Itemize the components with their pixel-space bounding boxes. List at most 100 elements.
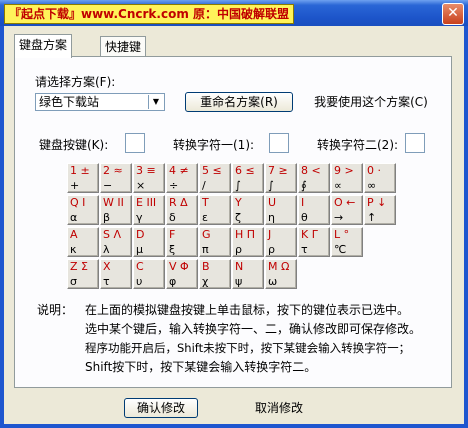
keyboard-key[interactable]: Dμ: [133, 227, 165, 257]
key-label-top: N: [235, 260, 244, 273]
keyboard-key[interactable]: Fξ: [166, 227, 198, 257]
keyboard-key[interactable]: 6 ≤ ∫: [232, 163, 264, 193]
keyboard-key[interactable]: 5 ≤ /: [199, 163, 231, 193]
key-label-bottom: δ: [169, 211, 176, 224]
keyboard-key[interactable]: Tε: [199, 195, 231, 225]
keyboard-key[interactable]: Jρ: [265, 227, 297, 257]
rename-scheme-button[interactable]: 重命名方案(R): [185, 92, 293, 112]
keyboard-key[interactable]: 3 ≡ ×: [133, 163, 165, 193]
key-label-bottom: ρ: [268, 243, 275, 256]
char1-field-label: 转换字符一(1):: [173, 138, 255, 152]
keyboard-key[interactable]: K Γ τ: [298, 227, 330, 257]
key-label-bottom: ζ: [235, 211, 241, 224]
scheme-selected-value: 绿色下载站: [39, 95, 100, 109]
keyboard-key[interactable]: Yζ: [232, 195, 264, 225]
key-label-bottom: α: [70, 211, 78, 224]
note-line: 选中某个键后，输入转换字符一、二，确认修改即可保存修改。: [85, 322, 422, 336]
use-scheme-button[interactable]: 我要使用这个方案(C): [311, 92, 431, 112]
keyboard-key[interactable]: 4 ≠ ÷: [166, 163, 198, 193]
title-bar[interactable]: 『起点下载』www.Cncrk.com 原：中国破解联盟 ✕: [0, 0, 468, 26]
keyboard-key[interactable]: L ° ℃: [331, 227, 363, 257]
key-label-top: X: [103, 260, 111, 273]
key-label-top: 1 ±: [70, 164, 90, 177]
keyboard-key[interactable]: Q I α: [67, 195, 99, 225]
window-frame-right: [464, 26, 468, 428]
key-label-top: D: [136, 228, 145, 241]
key-label-top: O ←: [334, 196, 356, 209]
key-label-bottom: ∫: [268, 179, 274, 192]
keyboard-key[interactable]: Aκ: [67, 227, 99, 257]
char1-field[interactable]: [269, 133, 289, 153]
key-label-top: Q I: [70, 196, 86, 209]
scheme-select-label: 请选择方案(F):: [35, 75, 116, 89]
keyboard-key[interactable]: Gπ: [199, 227, 231, 257]
key-label-bottom: κ: [70, 243, 77, 256]
key-label-bottom: →: [334, 211, 344, 224]
key-label-top: S Λ: [103, 228, 122, 241]
key-label-bottom: −: [103, 179, 113, 192]
key-label-bottom: γ: [136, 211, 143, 224]
char2-field-label: 转换字符二(2):: [317, 138, 399, 152]
key-label-top: I: [301, 196, 305, 209]
dialog-window: 『起点下载』www.Cncrk.com 原：中国破解联盟 ✕ 键盘方案 快捷键 …: [0, 0, 468, 428]
note-line: 在上面的模拟键盘按键上单击鼠标，按下的键位表示已选中。: [85, 303, 410, 317]
key-label-top: T: [202, 196, 209, 209]
key-label-top: Z Σ: [70, 260, 88, 273]
key-label-top: 9 >: [334, 164, 354, 177]
keyboard-key[interactable]: 9 > ∝: [331, 163, 363, 193]
keyboard-key[interactable]: Z Σ σ: [67, 259, 99, 289]
note-line: 程序功能开启后，Shift未按下时，按下某键会输入转换字符一；: [85, 341, 411, 355]
key-label-top: 8 <: [301, 164, 321, 177]
key-label-bottom: ÷: [169, 179, 179, 192]
key-field[interactable]: [125, 133, 145, 153]
key-label-top: Y: [235, 196, 242, 209]
keyboard-key[interactable]: 8 < ∮: [298, 163, 330, 193]
close-button[interactable]: ✕: [442, 3, 464, 25]
keyboard-key[interactable]: S Λ λ: [100, 227, 132, 257]
key-label-bottom: μ: [136, 243, 143, 256]
window-frame-bottom: [0, 424, 468, 428]
key-label-bottom: ρ: [235, 243, 242, 256]
key-label-top: U: [268, 196, 277, 209]
virtual-keyboard: 1 ± +2 ≈ − 3 ≡ × 4 ≠ ÷ 5 ≤ / 6 ≤ ∫ 7 ≥ ∫ 8 < ∮ 9 > ∝ 0 · ∞…: [67, 163, 397, 293]
key-label-bottom: ψ: [235, 275, 243, 288]
window-frame-left: [0, 26, 4, 428]
keyboard-key[interactable]: Cυ: [133, 259, 165, 289]
key-label-top: F: [169, 228, 176, 241]
key-label-top: L °: [334, 228, 350, 241]
keyboard-key[interactable]: H Π ρ: [232, 227, 264, 257]
tab-panel: 请选择方案(F): 绿色下载站 ▼ 重命名方案(R) 我要使用这个方案(C) 键…: [14, 56, 452, 388]
keyboard-key[interactable]: W II β: [100, 195, 132, 225]
char2-field[interactable]: [405, 133, 425, 153]
keyboard-key[interactable]: 1 ± +: [67, 163, 99, 193]
tab-keyboard-scheme[interactable]: 键盘方案: [14, 34, 73, 58]
key-field-label: 键盘按键(K):: [39, 138, 109, 152]
key-label-bottom: σ: [70, 275, 77, 288]
keyboard-key[interactable]: 2 ≈ −: [100, 163, 132, 193]
keyboard-key[interactable]: Bχ: [199, 259, 231, 289]
cancel-button[interactable]: 取消修改: [242, 398, 316, 418]
keyboard-key[interactable]: V Φ φ: [166, 259, 198, 289]
key-label-bottom: η: [268, 211, 275, 224]
chevron-down-icon[interactable]: ▼: [148, 95, 163, 109]
key-label-bottom: ∮: [301, 179, 307, 192]
keyboard-key[interactable]: P ↓ ↑: [364, 195, 396, 225]
keyboard-key[interactable]: M Ω ω: [265, 259, 297, 289]
tab-shortcuts[interactable]: 快捷键: [100, 36, 147, 57]
keyboard-key[interactable]: Xτ: [100, 259, 132, 289]
keyboard-key[interactable]: O ← →: [331, 195, 363, 225]
key-label-bottom: /: [202, 179, 206, 192]
confirm-button[interactable]: 确认修改: [124, 398, 198, 418]
keyboard-key[interactable]: Uη: [265, 195, 297, 225]
key-label-top: 4 ≠: [169, 164, 189, 177]
keyboard-key[interactable]: Nψ: [232, 259, 264, 289]
keyboard-key[interactable]: R Δ δ: [166, 195, 198, 225]
keyboard-key[interactable]: Iθ: [298, 195, 330, 225]
keyboard-key[interactable]: E III γ: [133, 195, 165, 225]
keyboard-key[interactable]: 0 · ∞: [364, 163, 396, 193]
key-label-bottom: β: [103, 211, 111, 224]
keyboard-key[interactable]: 7 ≥ ∫: [265, 163, 297, 193]
key-label-bottom: +: [70, 179, 80, 192]
key-label-bottom: ε: [202, 211, 208, 224]
scheme-select[interactable]: 绿色下载站 ▼: [35, 93, 165, 111]
